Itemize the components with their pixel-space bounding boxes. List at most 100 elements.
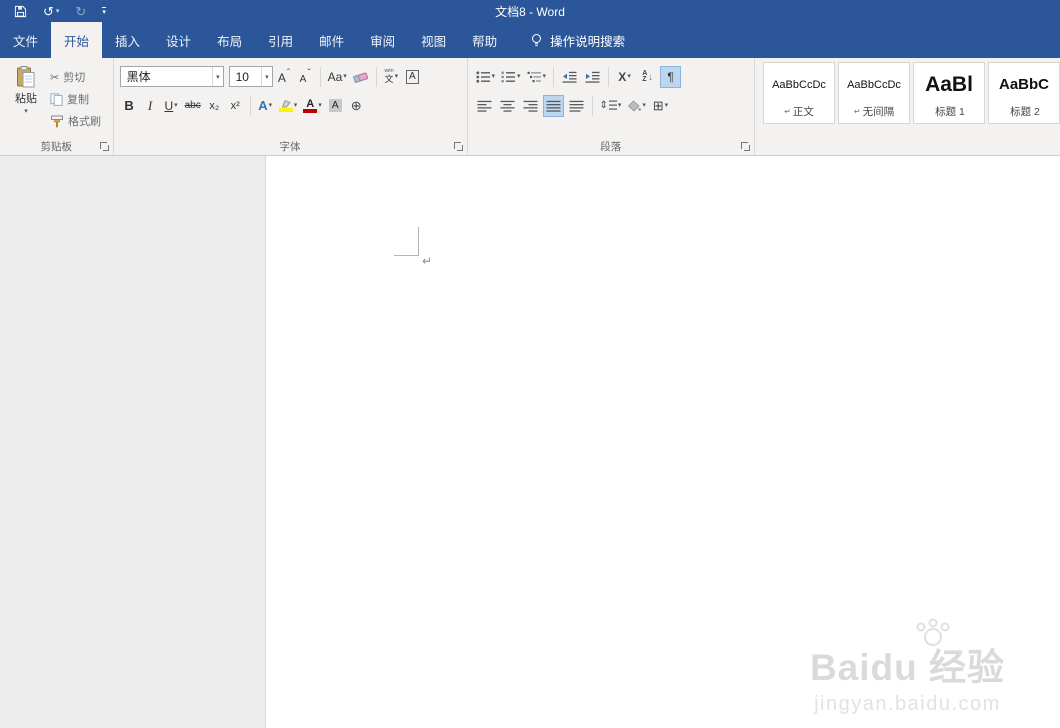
copy-button[interactable]: 复制 (50, 91, 101, 107)
text-effects-button[interactable]: A ▾ (256, 95, 275, 117)
align-center-icon (500, 100, 515, 112)
strikethrough-icon: abc (184, 100, 201, 111)
tab-help[interactable]: 帮助 (459, 22, 510, 58)
asian-layout-icon: X (618, 69, 627, 84)
align-right-button[interactable] (520, 95, 541, 117)
tab-references[interactable]: 引用 (255, 22, 306, 58)
distribute-icon (569, 100, 584, 112)
copy-label: 复制 (67, 94, 89, 106)
tell-me-label: 操作说明搜索 (550, 34, 626, 49)
font-color-button[interactable]: A ▾ (301, 95, 324, 117)
undo-button[interactable]: ↺ ▾ (43, 5, 59, 18)
character-border-button[interactable]: A (403, 66, 422, 88)
cut-button[interactable]: ✂ 剪切 (50, 69, 101, 85)
tab-insert[interactable]: 插入 (102, 22, 153, 58)
style-no-spacing[interactable]: AaBbCcDc ↵ 无间隔 (838, 62, 910, 124)
style-name: 无间隔 (862, 106, 895, 118)
subscript-button[interactable]: x₂ (205, 95, 224, 117)
paste-button[interactable]: 粘贴 ▾ (6, 61, 46, 139)
grow-font-button[interactable]: Aˆ (275, 66, 294, 88)
justify-button[interactable] (542, 94, 564, 117)
margin-crop-mark (394, 227, 419, 256)
text-effects-icon: A (258, 98, 268, 113)
style-heading-1[interactable]: AaBl 标题 1 (913, 62, 985, 124)
undo-caret-icon: ▾ (55, 7, 60, 15)
distribute-button[interactable] (566, 95, 587, 117)
tab-view[interactable]: 视图 (408, 22, 459, 58)
align-center-button[interactable] (497, 95, 518, 117)
cut-label: 剪切 (63, 72, 86, 84)
sort-icon: AZ (642, 69, 648, 83)
redo-icon: ↻ (75, 3, 87, 19)
highlight-icon (278, 99, 293, 112)
style-name: 标题 2 (1010, 106, 1040, 118)
paste-label: 粘贴 (15, 93, 37, 105)
character-shading-button[interactable]: A (326, 95, 345, 117)
shading-button[interactable]: ▾ (625, 95, 648, 117)
highlight-button[interactable]: ▾ (277, 95, 300, 117)
change-case-button[interactable]: Aa ▾ (326, 66, 349, 88)
sort-button[interactable]: AZ ↓ (637, 66, 658, 88)
save-button[interactable] (14, 5, 27, 18)
font-name-combo[interactable]: 黑体 ▾ (119, 66, 224, 87)
undo-icon: ↺ (43, 3, 54, 19)
align-left-button[interactable] (474, 95, 495, 117)
italic-button[interactable]: I (141, 95, 160, 117)
paste-icon (17, 66, 35, 88)
strikethrough-button[interactable]: abc (183, 95, 203, 117)
shrink-mark-icon: ˇ (307, 67, 311, 79)
borders-button[interactable]: ⊞ ▾ (650, 95, 671, 117)
tab-mailings[interactable]: 邮件 (306, 22, 357, 58)
redo-button[interactable]: ↻ (75, 5, 86, 18)
font-name-caret-icon: ▾ (212, 67, 223, 86)
style-normal[interactable]: AaBbCcDc ↵ 正文 (763, 62, 835, 124)
title-bar: ↺ ▾ ↻ ▾ 文档8 - Word (0, 0, 1060, 22)
document-page[interactable]: ↵ (266, 156, 1060, 728)
paragraph-dialog-launcher[interactable] (741, 142, 751, 152)
format-painter-button[interactable]: 格式刷 (50, 113, 101, 129)
ribbon-tab-row: 文件 开始 插入 设计 布局 引用 邮件 审阅 视图 帮助 操作说明搜索 (0, 22, 1060, 58)
numbering-button[interactable]: ▾ (499, 66, 523, 88)
shrink-font-button[interactable]: Aˇ (296, 66, 315, 88)
font-dialog-launcher[interactable] (453, 142, 464, 152)
tell-me-search[interactable]: 操作说明搜索 (518, 22, 637, 58)
superscript-button[interactable]: x² (226, 95, 245, 117)
bullets-button[interactable]: ▾ (474, 66, 498, 88)
change-case-icon: Aa (327, 69, 343, 84)
decrease-indent-button[interactable] (559, 66, 580, 88)
font-group-label: 字体 (279, 141, 301, 153)
style-heading-2[interactable]: AaBbC 标题 2 (988, 62, 1060, 124)
underline-button[interactable]: U ▾ (162, 95, 181, 117)
tab-review[interactable]: 审阅 (357, 22, 408, 58)
tab-layout[interactable]: 布局 (204, 22, 255, 58)
font-group: 黑体 ▾ 10 ▾ Aˆ Aˇ Aa ▾ wén 文 ▾ A B I U ▾ a… (114, 58, 468, 155)
grow-mark-icon: ˆ (286, 67, 291, 79)
font-size-combo[interactable]: 10 ▾ (228, 66, 273, 87)
line-spacing-icon: ⇕ (599, 100, 608, 111)
lightbulb-icon (532, 33, 542, 46)
shrink-font-icon: A (299, 73, 307, 85)
multilevel-list-button[interactable]: ▾ (525, 66, 549, 88)
align-left-icon (477, 100, 492, 112)
show-marks-button[interactable]: ¶ (660, 65, 682, 88)
underline-icon: U (164, 98, 174, 113)
phonetic-guide-button[interactable]: wén 文 ▾ (382, 66, 401, 88)
bold-button[interactable]: B (120, 95, 139, 117)
asian-layout-button[interactable]: X ▾ (614, 66, 635, 88)
font-color-icon: A (303, 98, 318, 113)
tab-design[interactable]: 设计 (153, 22, 204, 58)
clipboard-dialog-launcher[interactable] (99, 142, 110, 152)
format-painter-icon (51, 115, 63, 127)
pilcrow-icon: ¶ (667, 69, 674, 84)
tab-home[interactable]: 开始 (51, 22, 103, 58)
enclose-character-button[interactable]: ⊕ (347, 95, 366, 117)
qat-customize-button[interactable]: ▾ (102, 6, 106, 16)
line-spacing-button[interactable]: ⇕ ▾ (598, 95, 624, 117)
tab-file[interactable]: 文件 (0, 22, 51, 58)
left-gutter (0, 156, 266, 728)
scissors-icon: ✂ (50, 71, 60, 84)
clear-formatting-button[interactable] (351, 66, 371, 88)
grow-font-icon: A (277, 70, 286, 85)
increase-indent-button[interactable] (582, 66, 603, 88)
styles-gallery: AaBbCcDc ↵ 正文 AaBbCcDc ↵ 无间隔 AaBl 标题 1 AaB… (755, 58, 1060, 155)
